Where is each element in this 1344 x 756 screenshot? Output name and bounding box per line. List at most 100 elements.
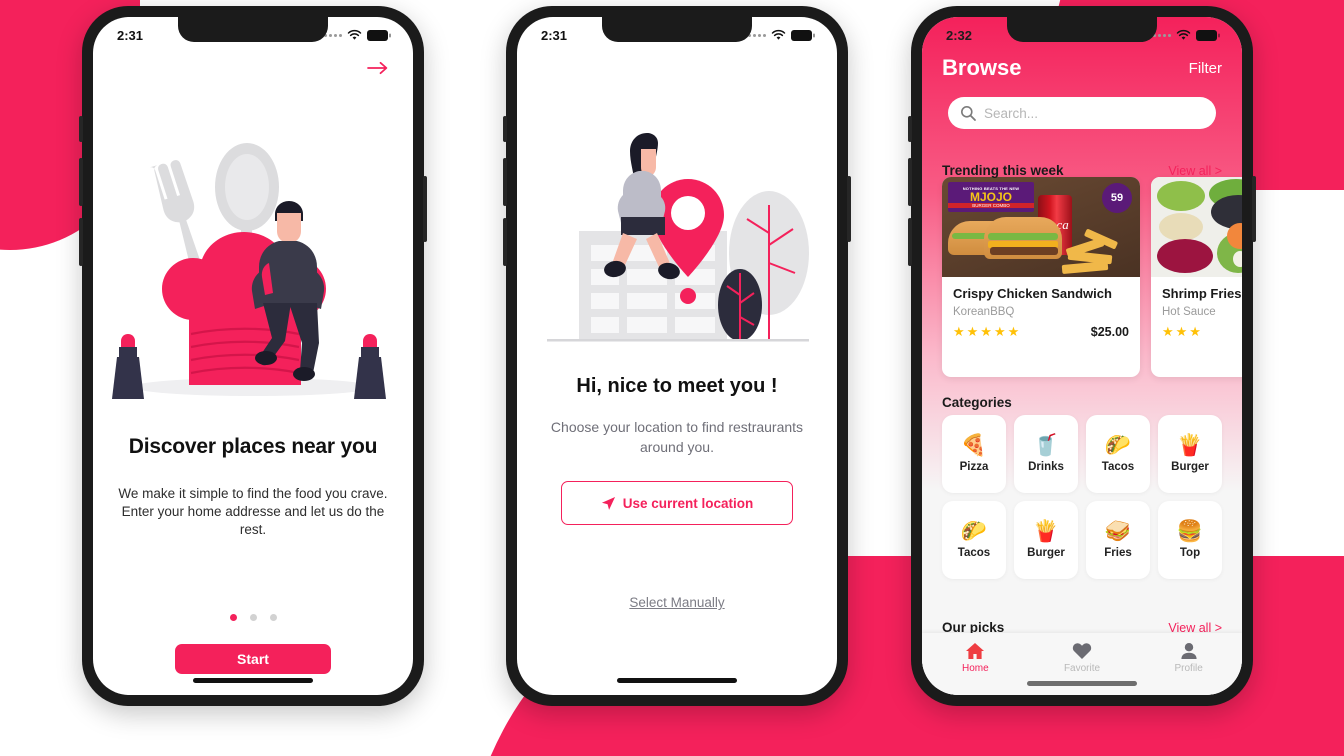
- wifi-icon: [771, 29, 786, 41]
- categories-grid[interactable]: 🍕 Pizza 🥤 Drinks 🌮 Tacos 🍟 Burger 🌮 Taco…: [942, 415, 1222, 579]
- home-icon: [966, 643, 985, 659]
- egg: [1233, 251, 1242, 267]
- pagination-dot-2[interactable]: [249, 614, 257, 621]
- volume-up-button: [908, 158, 912, 206]
- use-current-location-button[interactable]: Use current location: [561, 481, 793, 525]
- screen-location: 2:31 Hi, nice to meet you ! Choose your …: [517, 17, 837, 695]
- category-item-burger-2[interactable]: 🍟 Burger: [1014, 501, 1078, 579]
- category-label: Drinks: [1028, 461, 1064, 473]
- mute-switch: [79, 116, 83, 142]
- screen-onboarding: 2:31 Discover places near you We make it…: [93, 17, 413, 695]
- status-time: 2:32: [946, 27, 973, 43]
- category-item-fries[interactable]: 🥪 Fries: [1086, 501, 1150, 579]
- category-item-top[interactable]: 🍔 Top: [1158, 501, 1222, 579]
- browse-header: Browse Filter: [922, 47, 1242, 89]
- battery-icon: [367, 29, 391, 41]
- volume-down-button: [908, 218, 912, 266]
- category-item-burger[interactable]: 🍟 Burger: [1158, 415, 1222, 493]
- salad-bowl: [1157, 181, 1205, 211]
- trending-card-list[interactable]: NOTHING BEATS THE NEW MJOJO BURGER COMBO…: [942, 177, 1242, 377]
- tab-home[interactable]: Home: [922, 642, 1029, 674]
- sandwich-icon: 🥪: [1104, 520, 1132, 543]
- signal-icon: [324, 33, 342, 37]
- food-card[interactable]: Shrimp Fries Hot Sauce ★★★: [1151, 177, 1242, 377]
- signal-icon: [1153, 33, 1171, 37]
- food-card[interactable]: NOTHING BEATS THE NEW MJOJO BURGER COMBO…: [942, 177, 1140, 377]
- category-label: Tacos: [1101, 461, 1135, 473]
- patty: [990, 247, 1058, 255]
- volume-down-button: [503, 218, 507, 266]
- location-illustration: [517, 113, 837, 363]
- taco-icon: 🌮: [960, 520, 988, 543]
- pagination-dot-3[interactable]: [269, 614, 277, 621]
- arrow-right-icon: [367, 61, 388, 75]
- volume-up-button: [79, 158, 83, 206]
- category-label: Burger: [1027, 547, 1065, 559]
- category-label: Top: [1179, 547, 1201, 559]
- category-item-pizza[interactable]: 🍕 Pizza: [942, 415, 1006, 493]
- category-item-drinks[interactable]: 🥤 Drinks: [1014, 415, 1078, 493]
- taco-icon: 🌮: [1104, 434, 1132, 457]
- mute-switch: [908, 116, 912, 142]
- search-icon: [961, 106, 976, 121]
- page-background: 2:31 Discover places near you We make it…: [0, 0, 1344, 756]
- section-title: Trending this week: [942, 163, 1064, 178]
- fries-icon: 🍟: [1176, 434, 1204, 457]
- use-current-location-label: Use current location: [622, 495, 754, 511]
- rating-stars: ★★★: [1162, 324, 1203, 339]
- poster-line-2: MJOJO: [969, 190, 1012, 204]
- mute-switch: [503, 116, 507, 142]
- person-icon: [1181, 643, 1197, 659]
- fry: [1061, 261, 1109, 274]
- promo-poster: NOTHING BEATS THE NEW MJOJO BURGER COMBO: [948, 182, 1034, 212]
- tab-label: Favorite: [1063, 663, 1101, 674]
- phone-notch: [178, 17, 328, 42]
- tree-illustration-small: [718, 269, 762, 341]
- wifi-icon: [1176, 29, 1191, 41]
- food-card-image: [1151, 177, 1242, 277]
- tab-label: Home: [961, 663, 989, 674]
- search-bar[interactable]: [948, 97, 1216, 129]
- category-label: Tacos: [957, 547, 991, 559]
- tab-label: Profile: [1174, 663, 1203, 674]
- pizza-icon: 🍕: [960, 434, 988, 457]
- view-all-trending-link[interactable]: View all >: [1168, 164, 1222, 178]
- home-indicator: [1027, 681, 1137, 686]
- food-card-image: NOTHING BEATS THE NEW MJOJO BURGER COMBO…: [942, 177, 1140, 277]
- phone-mockup-onboarding: 2:31 Discover places near you We make it…: [79, 6, 427, 706]
- food-card-title: Crispy Chicken Sandwich: [953, 286, 1112, 301]
- select-manually-link[interactable]: Select Manually: [517, 595, 837, 610]
- category-label: Pizza: [959, 461, 989, 473]
- page-title: Hi, nice to meet you !: [576, 375, 778, 397]
- battery-icon: [1196, 29, 1220, 41]
- phone-notch: [602, 17, 752, 42]
- status-time: 2:31: [117, 27, 144, 43]
- category-item-tacos-2[interactable]: 🌮 Tacos: [942, 501, 1006, 579]
- tab-favorite[interactable]: Favorite: [1029, 642, 1136, 674]
- skip-button[interactable]: [367, 61, 389, 75]
- section-title: Categories: [942, 395, 1012, 410]
- food-card-restaurant: Hot Sauce: [1162, 306, 1216, 318]
- category-item-tacos[interactable]: 🌮 Tacos: [1086, 415, 1150, 493]
- fries-icon: 🍟: [1032, 520, 1060, 543]
- pagination-dot-1[interactable]: [229, 614, 237, 621]
- filter-button[interactable]: Filter: [1189, 60, 1222, 77]
- search-input[interactable]: [984, 105, 1204, 121]
- category-label: Fries: [1104, 547, 1132, 559]
- volume-up-button: [503, 158, 507, 206]
- category-label: Burger: [1171, 461, 1209, 473]
- promo-price-badge: 59: [1102, 183, 1132, 213]
- food-card-restaurant: KoreanBBQ: [953, 306, 1015, 318]
- page-title: Browse: [942, 55, 1022, 80]
- phone-mockup-browse: 2:32 Browse Filter Search... Trending th…: [908, 6, 1256, 706]
- salad-bowl: [1159, 213, 1203, 241]
- pagination-dots[interactable]: [93, 614, 413, 621]
- start-button[interactable]: Start: [175, 644, 331, 674]
- pepper-shaker-illustration: [354, 334, 386, 399]
- tab-profile[interactable]: Profile: [1135, 642, 1242, 674]
- phone-notch: [1007, 17, 1157, 42]
- burger-icon: 🍔: [1176, 520, 1204, 543]
- food-card-price: $25.00: [1090, 325, 1129, 339]
- status-time: 2:31: [541, 27, 568, 43]
- trending-section-header: Trending this week View all >: [942, 163, 1222, 178]
